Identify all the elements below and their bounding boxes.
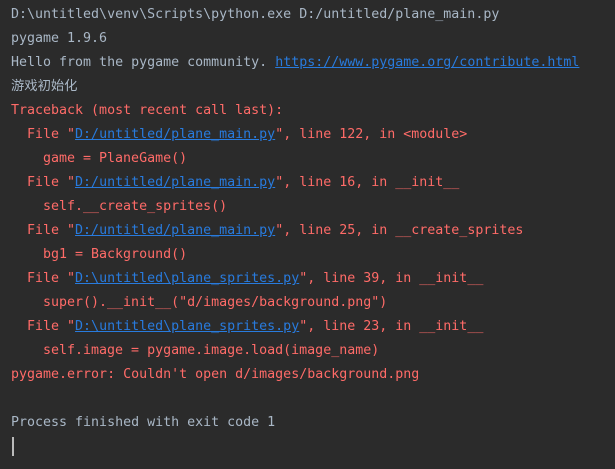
frame-prefix: File " bbox=[27, 271, 76, 286]
init-message-line: 游戏初始化 bbox=[11, 79, 78, 94]
traceback-frame-code: bg1 = Background() bbox=[43, 247, 188, 262]
traceback-frame-code: game = PlaneGame() bbox=[43, 151, 188, 166]
traceback-frame-code: super().__init__("d/images/background.pn… bbox=[43, 295, 388, 310]
frame-suffix: ", line 23, in __init__ bbox=[299, 319, 484, 334]
command-line: D:\untitled\venv\Scripts\python.exe D:/u… bbox=[11, 7, 500, 22]
frame-file-link[interactable]: D:/untitled/plane_main.py bbox=[75, 127, 275, 142]
traceback-frame-file-line: File "D:\untitled\plane_sprites.py", lin… bbox=[0, 267, 615, 291]
run-console-output[interactable]: D:\untitled\venv\Scripts\python.exe D:/u… bbox=[0, 0, 615, 469]
frame-suffix: ", line 122, in <module> bbox=[275, 127, 468, 142]
hello-line: Hello from the pygame community. https:/… bbox=[0, 51, 615, 75]
exit-message-line: Process finished with exit code 1 bbox=[11, 415, 276, 430]
traceback-frame-code: self.__create_sprites() bbox=[43, 199, 228, 214]
error-message-line: pygame.error: Couldn't open d/images/bac… bbox=[11, 367, 420, 382]
traceback-frame-file-line: File "D:/untitled/plane_main.py", line 1… bbox=[0, 123, 615, 147]
contribute-link[interactable]: https://www.pygame.org/contribute.html bbox=[275, 55, 579, 70]
frame-suffix: ", line 16, in __init__ bbox=[275, 175, 460, 190]
frame-file-link[interactable]: D:\untitled\plane_sprites.py bbox=[75, 271, 299, 286]
pygame-version-line: pygame 1.9.6 bbox=[11, 31, 108, 46]
text-cursor bbox=[12, 437, 14, 456]
traceback-frame-file-line: File "D:\untitled\plane_sprites.py", lin… bbox=[0, 315, 615, 339]
traceback-frame-file-line: File "D:/untitled/plane_main.py", line 2… bbox=[0, 219, 615, 243]
frame-suffix: ", line 25, in __create_sprites bbox=[275, 223, 524, 238]
frame-file-link[interactable]: D:\untitled\plane_sprites.py bbox=[75, 319, 299, 334]
traceback-frame-code: self.image = pygame.image.load(image_nam… bbox=[43, 343, 380, 358]
traceback-frame-file-line: File "D:/untitled/plane_main.py", line 1… bbox=[0, 171, 615, 195]
frame-prefix: File " bbox=[27, 175, 76, 190]
hello-text: Hello from the pygame community. bbox=[11, 55, 276, 70]
frame-suffix: ", line 39, in __init__ bbox=[299, 271, 484, 286]
frame-prefix: File " bbox=[27, 319, 76, 334]
frame-prefix: File " bbox=[27, 127, 76, 142]
traceback-header: Traceback (most recent call last): bbox=[11, 103, 284, 118]
frame-prefix: File " bbox=[27, 223, 76, 238]
frame-file-link[interactable]: D:/untitled/plane_main.py bbox=[75, 175, 275, 190]
frame-file-link[interactable]: D:/untitled/plane_main.py bbox=[75, 223, 275, 238]
